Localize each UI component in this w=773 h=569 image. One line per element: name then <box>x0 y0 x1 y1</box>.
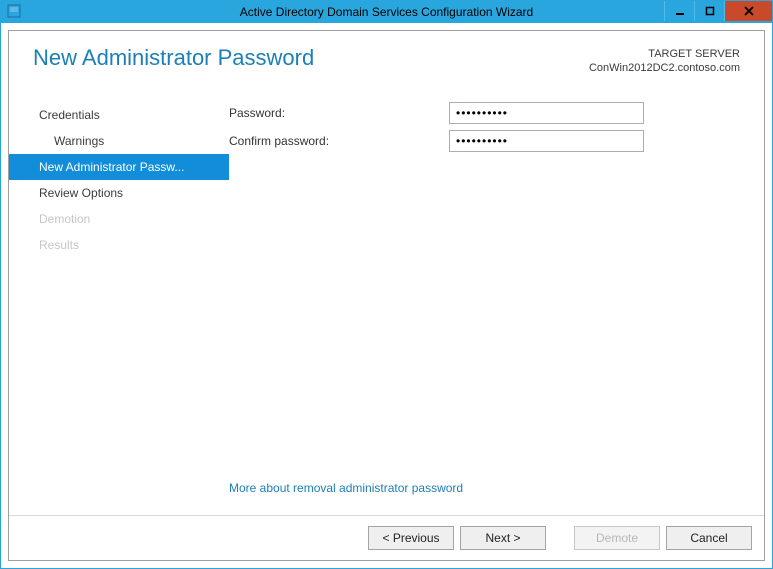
cancel-button[interactable]: Cancel <box>666 526 752 550</box>
page-title: New Administrator Password <box>33 45 314 71</box>
next-button[interactable]: Next > <box>460 526 546 550</box>
sidebar-item-results: Results <box>9 232 229 258</box>
window-controls <box>664 1 772 21</box>
sidebar-item-review-options[interactable]: Review Options <box>9 180 229 206</box>
header-row: New Administrator Password TARGET SERVER… <box>9 31 764 78</box>
target-server-block: TARGET SERVER ConWin2012DC2.contoso.com <box>589 45 740 76</box>
body-frame: New Administrator Password TARGET SERVER… <box>1 23 772 568</box>
wizard-sidebar: Credentials Warnings New Administrator P… <box>9 78 229 515</box>
password-row: Password: <box>229 102 744 124</box>
button-bar: < Previous Next > Demote Cancel <box>9 515 764 560</box>
app-icon <box>7 4 21 18</box>
sidebar-item-credentials[interactable]: Credentials <box>9 102 229 128</box>
sidebar-item-warnings[interactable]: Warnings <box>9 128 229 154</box>
content-row: Credentials Warnings New Administrator P… <box>9 78 764 515</box>
title-bar: Active Directory Domain Services Configu… <box>1 1 772 23</box>
spacer <box>229 158 744 475</box>
sidebar-item-demotion: Demotion <box>9 206 229 232</box>
close-button[interactable] <box>724 1 772 21</box>
maximize-button[interactable] <box>694 1 724 21</box>
help-link[interactable]: More about removal administrator passwor… <box>229 475 744 507</box>
confirm-password-label: Confirm password: <box>229 134 449 148</box>
previous-button[interactable]: < Previous <box>368 526 454 550</box>
window-title: Active Directory Domain Services Configu… <box>240 5 533 19</box>
target-server-label: TARGET SERVER <box>589 47 740 61</box>
confirm-password-input[interactable] <box>449 130 644 152</box>
password-input[interactable] <box>449 102 644 124</box>
confirm-password-row: Confirm password: <box>229 130 744 152</box>
inner-panel: New Administrator Password TARGET SERVER… <box>8 30 765 561</box>
sidebar-item-new-admin-password[interactable]: New Administrator Passw... <box>9 154 229 180</box>
password-label: Password: <box>229 106 449 120</box>
target-server-name: ConWin2012DC2.contoso.com <box>589 61 740 75</box>
main-panel: Password: Confirm password: More about r… <box>229 78 764 515</box>
demote-button: Demote <box>574 526 660 550</box>
wizard-window: Active Directory Domain Services Configu… <box>0 0 773 569</box>
minimize-button[interactable] <box>664 1 694 21</box>
